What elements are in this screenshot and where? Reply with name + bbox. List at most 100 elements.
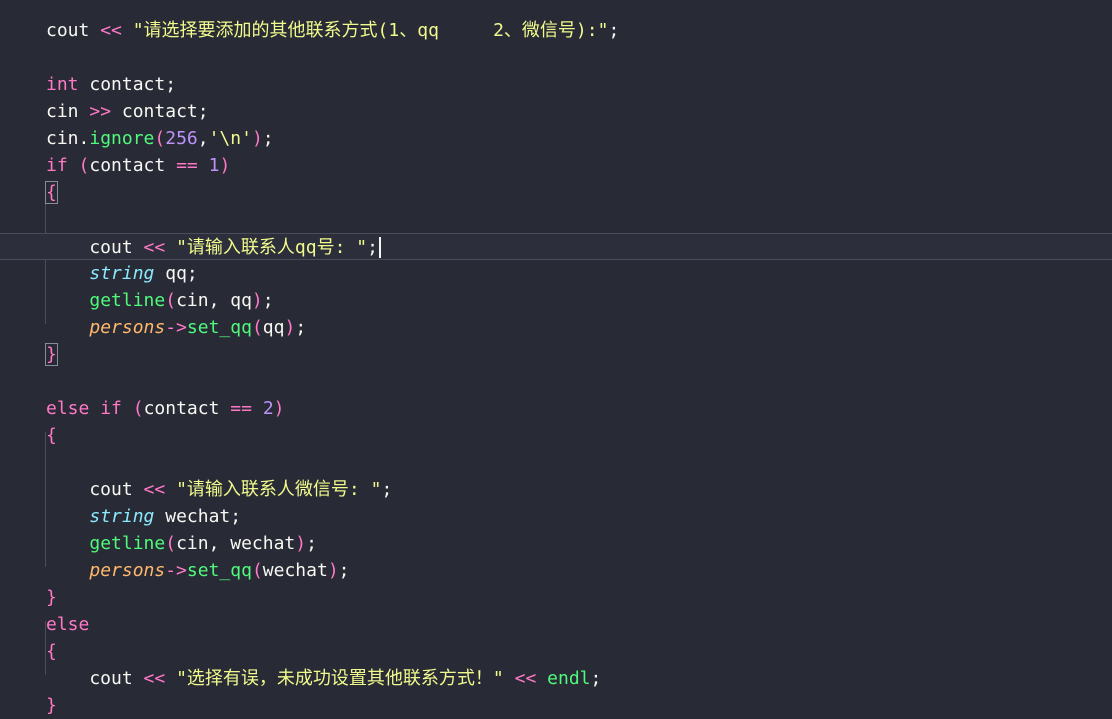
code-line[interactable]: }: [0, 584, 1112, 611]
code-token: wechat;: [154, 506, 242, 527]
code-line[interactable]: {: [0, 638, 1112, 665]
code-text: else: [46, 611, 89, 638]
code-line[interactable]: getline(cin, wechat);: [0, 530, 1112, 557]
code-text: {: [45, 179, 58, 206]
code-line[interactable]: [0, 368, 1112, 395]
code-line[interactable]: persons->set_qq(wechat);: [0, 557, 1112, 584]
code-token: ;: [608, 20, 620, 41]
code-token: (: [251, 317, 263, 338]
code-token: qq: [262, 317, 285, 338]
code-token: int: [46, 74, 79, 95]
code-text: int contact;: [46, 71, 176, 98]
code-line[interactable]: }: [0, 692, 1112, 719]
code-token: ;: [367, 237, 378, 258]
code-token: ;: [590, 668, 602, 689]
code-line[interactable]: cin.ignore(256,'\n');: [0, 125, 1112, 152]
code-token: <<: [514, 668, 537, 689]
code-text: if (contact == 1): [46, 152, 230, 179]
code-token: cout: [46, 20, 101, 41]
code-line[interactable]: [0, 206, 1112, 233]
text-cursor: [378, 237, 381, 258]
code-token: ;: [295, 317, 307, 338]
code-token: string: [89, 263, 155, 284]
code-token: {: [46, 641, 57, 662]
code-token: cin: [46, 101, 90, 122]
code-token: 256: [165, 128, 198, 149]
code-text: string wechat;: [46, 503, 241, 530]
code-token: else: [46, 398, 90, 419]
code-text: persons->set_qq(qq);: [46, 314, 306, 341]
code-token: contact;: [111, 101, 209, 122]
code-line[interactable]: string wechat;: [0, 503, 1112, 530]
code-token: "请输入联系人微信号: ": [176, 479, 382, 500]
code-token: contact: [89, 155, 177, 176]
code-line[interactable]: int contact;: [0, 71, 1112, 98]
code-token: string: [89, 506, 155, 527]
code-token: ->: [165, 560, 187, 581]
code-editor[interactable]: cout << "请选择要添加的其他联系方式(1、qq 2、微信号):"; int…: [0, 0, 1112, 716]
code-text: }: [45, 341, 58, 368]
code-text: else if (contact == 2): [46, 395, 285, 422]
code-token: }: [46, 695, 57, 716]
code-text: string qq;: [46, 260, 197, 287]
code-token: 2: [262, 398, 274, 419]
code-text: }: [46, 692, 57, 719]
code-text: {: [46, 422, 57, 449]
code-token: (: [154, 128, 166, 149]
code-token: <<: [100, 20, 122, 41]
code-line[interactable]: cout << "请输入联系人微信号: ";: [0, 476, 1112, 503]
code-line[interactable]: {: [0, 422, 1112, 449]
code-token: "选择有误，未成功设置其他联系方式！": [176, 668, 504, 689]
code-token: cout: [46, 479, 144, 500]
code-token: set_qq: [186, 560, 252, 581]
code-line[interactable]: persons->set_qq(qq);: [0, 314, 1112, 341]
code-token: ): [284, 317, 296, 338]
code-line[interactable]: else: [0, 611, 1112, 638]
code-token: ;: [262, 128, 274, 149]
code-text: cout << "请选择要添加的其他联系方式(1、qq 2、微信号):";: [46, 17, 619, 44]
code-token: getline: [89, 290, 166, 311]
code-token: ->: [165, 317, 187, 338]
code-line[interactable]: }: [0, 341, 1112, 368]
code-token: <<: [143, 479, 166, 500]
code-token: ): [295, 533, 307, 554]
code-token: '\n': [208, 128, 252, 149]
code-line[interactable]: [0, 449, 1112, 476]
code-token: set_qq: [186, 317, 252, 338]
code-token: <<: [143, 237, 166, 258]
code-line[interactable]: [0, 44, 1112, 71]
code-token: ): [273, 398, 285, 419]
code-line[interactable]: cout << "请输入联系人qq号: ";: [0, 233, 1112, 260]
code-line[interactable]: if (contact == 1): [0, 152, 1112, 179]
code-text: persons->set_qq(wechat);: [46, 557, 349, 584]
code-token: "请输入联系人qq号: ": [176, 237, 368, 258]
code-token: ==: [176, 155, 198, 176]
code-line[interactable]: else if (contact == 2): [0, 395, 1112, 422]
code-line[interactable]: cout << "请选择要添加的其他联系方式(1、qq 2、微信号):";: [0, 17, 1112, 44]
code-token: ,: [197, 128, 209, 149]
code-token: persons: [89, 317, 166, 338]
code-line[interactable]: getline(cin, qq);: [0, 287, 1112, 314]
code-line[interactable]: cin >> contact;: [0, 98, 1112, 125]
code-line[interactable]: {: [0, 179, 1112, 206]
code-token: cout: [46, 237, 144, 258]
code-token: contact;: [78, 74, 177, 95]
code-line[interactable]: string qq;: [0, 260, 1112, 287]
code-token: (: [78, 155, 90, 176]
code-token: contact: [143, 398, 231, 419]
code-text: cin >> contact;: [46, 98, 209, 125]
code-token: cin, qq: [176, 290, 252, 311]
code-token: ignore: [89, 128, 155, 149]
code-token: cin, wechat: [176, 533, 296, 554]
